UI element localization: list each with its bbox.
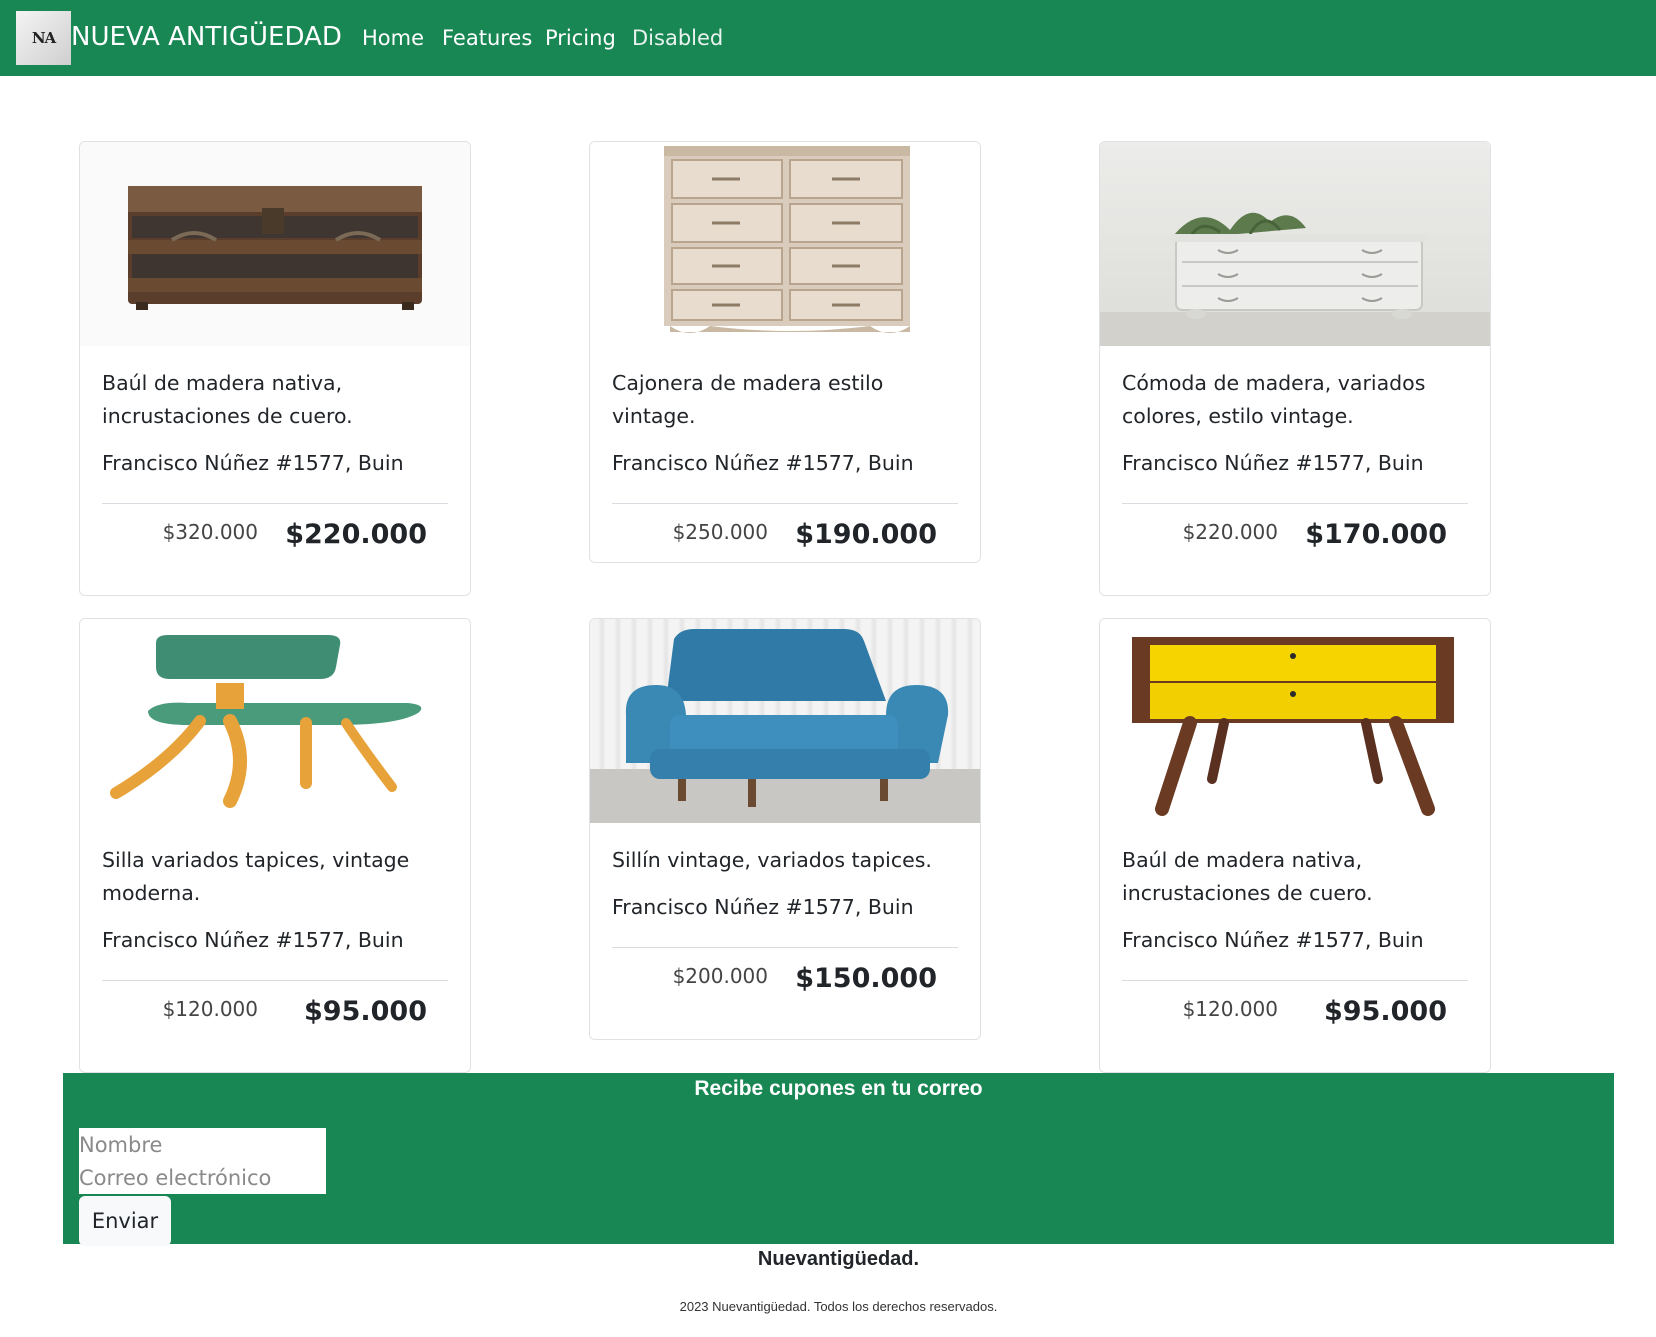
product-title: Sillín vintage, variados tapices. xyxy=(612,848,932,872)
product-title: Cómoda de madera, variados colores, esti… xyxy=(1122,371,1426,428)
product-image-wooden-trunk xyxy=(80,142,470,346)
navbar: NA NUEVA ANTIGÜEDAD Home Features Pricin… xyxy=(0,0,1656,76)
nav-link-disabled: Disabled xyxy=(632,26,724,50)
product-card[interactable]: Baúl de madera nativa, incrustaciones de… xyxy=(79,141,471,596)
newsletter-section: Recibe cupones en tu correo Enviar xyxy=(63,1073,1614,1246)
old-price: $320.000 xyxy=(162,520,258,544)
nav-link-features[interactable]: Features xyxy=(442,26,532,50)
old-price: $220.000 xyxy=(1182,520,1278,544)
price-row: $250.000 $190.000 xyxy=(612,503,958,562)
product-address: Francisco Núñez #1577, Buin xyxy=(1122,928,1424,952)
newsletter-fields xyxy=(79,1128,326,1194)
old-price: $250.000 xyxy=(672,520,768,544)
product-address: Francisco Núñez #1577, Buin xyxy=(1122,451,1424,475)
product-title: Silla variados tapices, vintage moderna. xyxy=(102,848,410,905)
product-title: Baúl de madera nativa, incrustaciones de… xyxy=(102,371,353,428)
product-card[interactable]: Cómoda de madera, variados colores, esti… xyxy=(1099,141,1491,596)
product-image-green-chair xyxy=(80,619,470,823)
newsletter-title: Recibe cupones en tu correo xyxy=(694,1077,983,1100)
product-address: Francisco Núñez #1577, Buin xyxy=(102,928,404,952)
product-image-blue-armchair xyxy=(590,619,980,823)
product-image-white-commode xyxy=(1100,142,1490,346)
product-card[interactable]: Silla variados tapices, vintage moderna.… xyxy=(79,618,471,1073)
product-image-wooden-dresser xyxy=(590,142,980,346)
price-row: $120.000 $95.000 xyxy=(1122,980,1468,1064)
footer-copyright: 2023 Nuevantigüedad. Todos los derechos … xyxy=(679,1299,998,1314)
price-row: $200.000 $150.000 xyxy=(612,947,958,1031)
product-card[interactable]: Sillín vintage, variados tapices. Franci… xyxy=(589,618,981,1040)
brand-name[interactable]: NUEVA ANTIGÜEDAD xyxy=(71,22,342,52)
nav-link-home[interactable]: Home xyxy=(362,26,424,50)
product-image-yellow-sideboard xyxy=(1100,619,1490,823)
nav-link-pricing[interactable]: Pricing xyxy=(545,26,616,50)
current-price: $220.000 xyxy=(285,519,427,550)
old-price: $200.000 xyxy=(672,964,768,988)
price-row: $120.000 $95.000 xyxy=(102,980,448,1064)
logo-mark: NA xyxy=(31,29,56,47)
email-input[interactable] xyxy=(79,1161,326,1194)
old-price: $120.000 xyxy=(1182,997,1278,1021)
current-price: $190.000 xyxy=(795,519,937,550)
current-price: $95.000 xyxy=(304,996,427,1027)
footer-brand: Nuevantigüedad. xyxy=(757,1248,920,1270)
current-price: $150.000 xyxy=(795,963,937,994)
product-title: Baúl de madera nativa, incrustaciones de… xyxy=(1122,848,1373,905)
price-row: $220.000 $170.000 xyxy=(1122,503,1468,587)
product-address: Francisco Núñez #1577, Buin xyxy=(612,895,914,919)
product-card[interactable]: Cajonera de madera estilo vintage. Franc… xyxy=(589,141,981,563)
brand-logo[interactable]: NA xyxy=(16,11,71,65)
send-button[interactable]: Enviar xyxy=(79,1196,171,1246)
product-card[interactable]: Baúl de madera nativa, incrustaciones de… xyxy=(1099,618,1491,1073)
product-title: Cajonera de madera estilo vintage. xyxy=(612,371,884,428)
product-address: Francisco Núñez #1577, Buin xyxy=(102,451,404,475)
price-row: $320.000 $220.000 xyxy=(102,503,448,587)
current-price: $95.000 xyxy=(1324,996,1447,1027)
old-price: $120.000 xyxy=(162,997,258,1021)
product-address: Francisco Núñez #1577, Buin xyxy=(612,451,914,475)
name-input[interactable] xyxy=(79,1128,326,1161)
current-price: $170.000 xyxy=(1305,519,1447,550)
